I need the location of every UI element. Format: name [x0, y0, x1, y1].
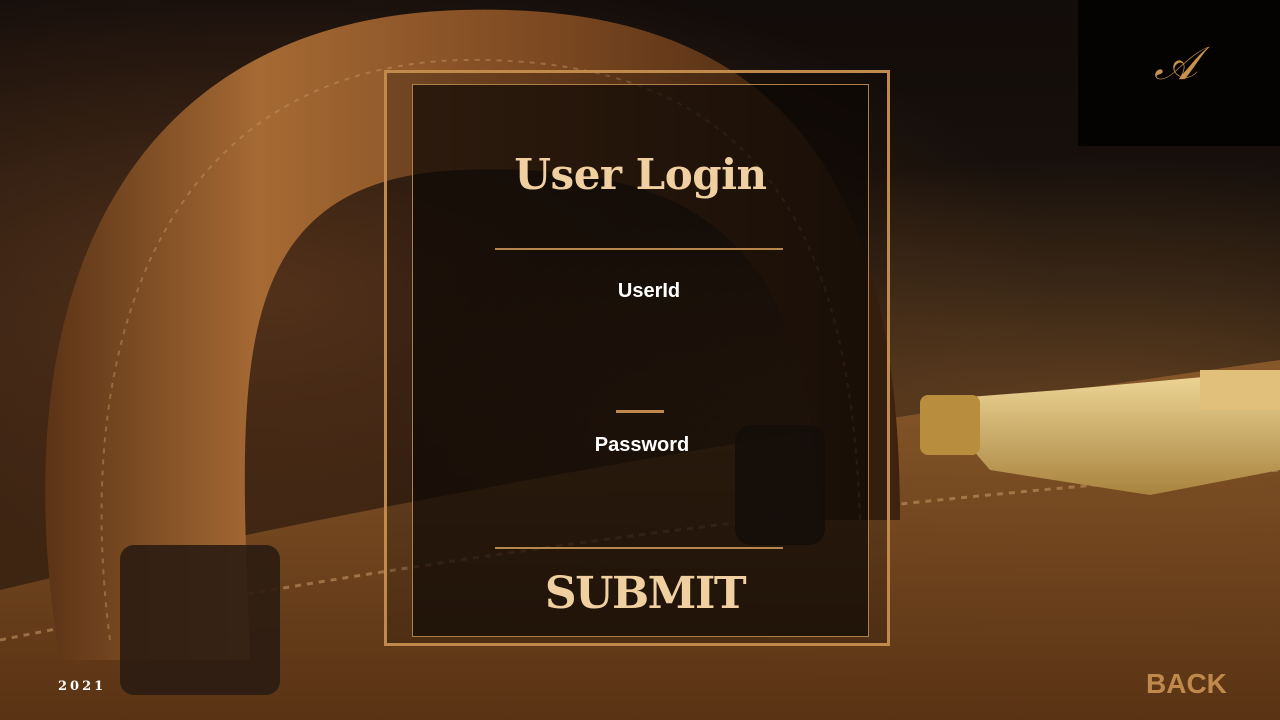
login-title: User Login	[514, 150, 767, 199]
password-label: Password	[594, 434, 690, 456]
divider-top	[495, 248, 783, 250]
year-label: 2021	[58, 679, 107, 694]
as-monogram-logo-icon: 𝒜	[1154, 36, 1198, 90]
userid-label: UserId	[617, 280, 681, 302]
userid-input[interactable]	[495, 312, 787, 394]
divider-bottom	[495, 547, 783, 549]
divider-dash	[616, 410, 664, 413]
back-button[interactable]: BACK	[1146, 668, 1227, 700]
submit-button[interactable]: SUBMIT	[495, 568, 795, 619]
logo-panel: 𝒜	[1078, 0, 1280, 146]
password-input[interactable]	[495, 466, 787, 540]
